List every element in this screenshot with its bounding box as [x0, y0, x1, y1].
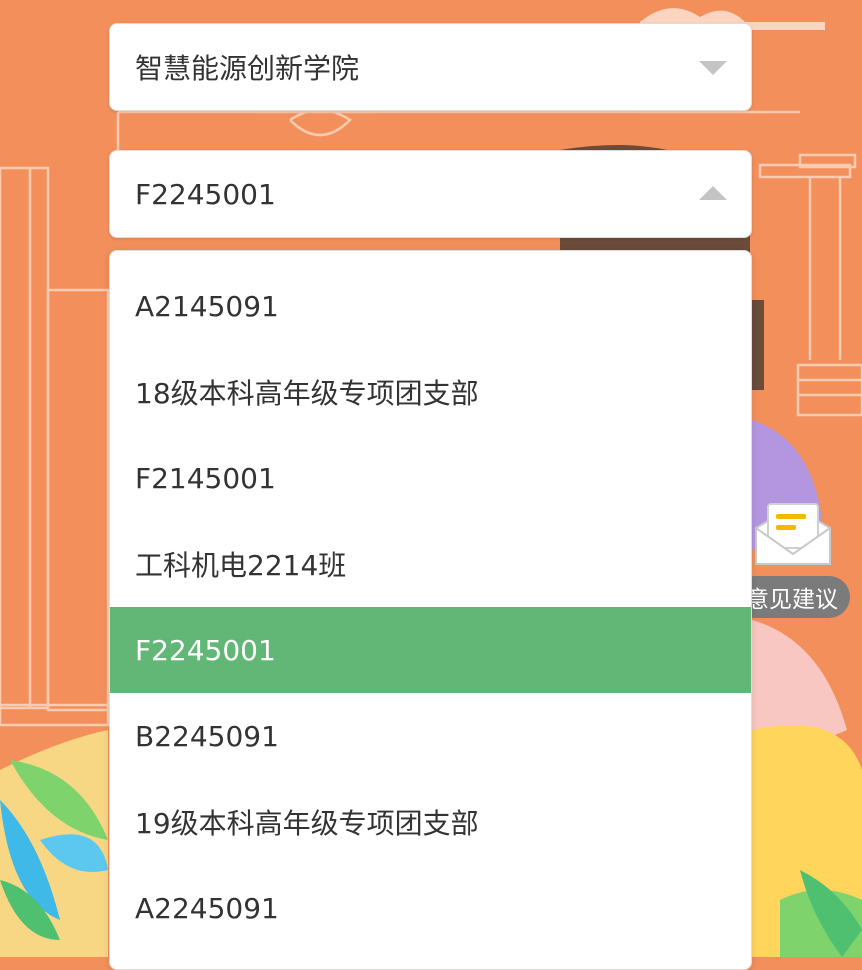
dropdown-option[interactable]: F2145001	[110, 435, 751, 521]
dropdown-option[interactable]: 19级本科高年级专项团支部	[110, 779, 751, 865]
dropdown-option[interactable]: 工科机电2214班	[110, 521, 751, 607]
option-list: A2145091 18级本科高年级专项团支部 F2145001 工科机电2214班 F2…	[110, 251, 751, 951]
dropdown-option[interactable]: 18级本科高年级专项团支部	[110, 349, 751, 435]
chevron-up-icon	[699, 186, 727, 200]
college-select-value: 智慧能源创新学院	[135, 52, 360, 85]
class-dropdown-list[interactable]: A2145091 18级本科高年级专项团支部 F2145001 工科机电2214班 F2…	[109, 250, 752, 970]
college-select[interactable]: 智慧能源创新学院	[109, 23, 752, 111]
chevron-down-icon	[699, 61, 727, 75]
class-select-value: F2245001	[135, 177, 276, 211]
class-select[interactable]: F2245001	[109, 150, 752, 238]
dropdown-option-selected[interactable]: F2245001	[110, 607, 751, 693]
dropdown-option[interactable]: B2245091	[110, 693, 751, 779]
envelope-icon	[755, 503, 831, 565]
dropdown-option[interactable]: A2145091	[110, 263, 751, 349]
feedback-button[interactable]: 意见建议	[734, 498, 854, 628]
dropdown-option[interactable]: A2245091	[110, 865, 751, 951]
